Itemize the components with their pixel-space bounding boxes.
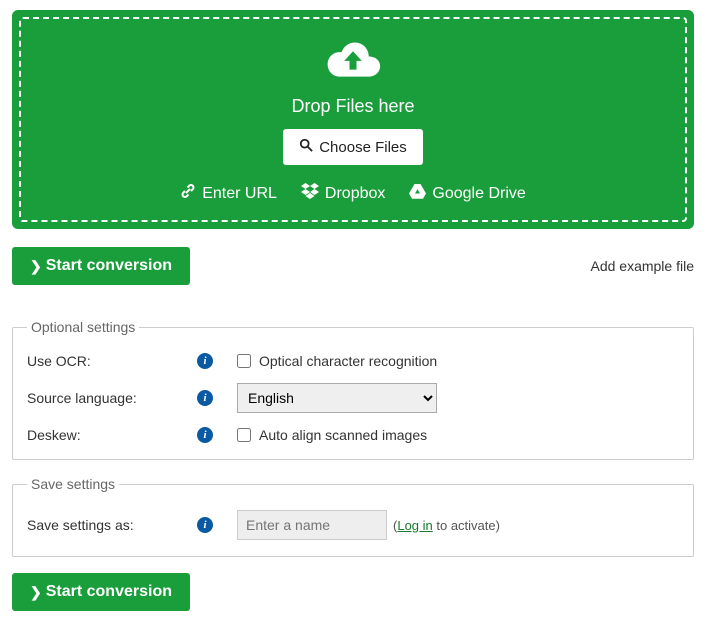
chevron-right-icon: ❯ bbox=[30, 584, 42, 601]
ocr-label: Use OCR: bbox=[27, 353, 197, 369]
deskew-label: Deskew: bbox=[27, 427, 197, 443]
enter-url-label: Enter URL bbox=[202, 185, 277, 203]
hint-suffix: to activate) bbox=[433, 518, 500, 533]
save-legend: Save settings bbox=[27, 476, 119, 492]
optional-settings-panel: Optional settings Use OCR: i Optical cha… bbox=[12, 319, 694, 460]
choose-files-label: Choose Files bbox=[319, 139, 407, 156]
alt-sources: Enter URL Dropbox Google Drive bbox=[21, 183, 685, 204]
save-label: Save settings as: bbox=[27, 517, 197, 533]
gdrive-icon bbox=[409, 184, 426, 204]
dropbox-button[interactable]: Dropbox bbox=[301, 183, 385, 204]
gdrive-label: Google Drive bbox=[432, 185, 525, 203]
gdrive-button[interactable]: Google Drive bbox=[409, 183, 525, 204]
login-link[interactable]: Log in bbox=[397, 518, 432, 533]
choose-files-button[interactable]: Choose Files bbox=[283, 129, 423, 165]
save-settings-panel: Save settings Save settings as: i (Log i… bbox=[12, 476, 694, 557]
source-language-select[interactable]: English bbox=[237, 383, 437, 413]
optional-legend: Optional settings bbox=[27, 319, 139, 335]
chevron-right-icon: ❯ bbox=[30, 258, 42, 275]
dropzone[interactable]: Drop Files here Choose Files Enter URL D… bbox=[12, 10, 694, 229]
dropzone-inner: Drop Files here Choose Files Enter URL D… bbox=[19, 17, 687, 222]
enter-url-button[interactable]: Enter URL bbox=[180, 183, 277, 204]
drop-text: Drop Files here bbox=[21, 96, 685, 117]
info-icon[interactable]: i bbox=[197, 390, 213, 406]
info-icon[interactable]: i bbox=[197, 517, 213, 533]
lang-label: Source language: bbox=[27, 390, 197, 406]
start-conversion-button-top[interactable]: ❯ Start conversion bbox=[12, 247, 190, 285]
deskew-text: Auto align scanned images bbox=[259, 427, 427, 443]
ocr-text: Optical character recognition bbox=[259, 353, 437, 369]
start-label: Start conversion bbox=[46, 583, 172, 601]
add-example-file-link[interactable]: Add example file bbox=[590, 258, 694, 274]
deskew-checkbox[interactable] bbox=[237, 428, 251, 442]
link-icon bbox=[180, 183, 196, 204]
ocr-checkbox[interactable] bbox=[237, 354, 251, 368]
dropbox-icon bbox=[301, 183, 319, 204]
info-icon[interactable]: i bbox=[197, 353, 213, 369]
start-label: Start conversion bbox=[46, 257, 172, 275]
search-icon bbox=[299, 138, 313, 156]
info-icon[interactable]: i bbox=[197, 427, 213, 443]
start-conversion-button-bottom[interactable]: ❯ Start conversion bbox=[12, 573, 190, 611]
save-hint: (Log in to activate) bbox=[393, 518, 500, 533]
cloud-upload-icon bbox=[324, 68, 382, 85]
settings-name-input bbox=[237, 510, 387, 540]
dropbox-label: Dropbox bbox=[325, 185, 385, 203]
